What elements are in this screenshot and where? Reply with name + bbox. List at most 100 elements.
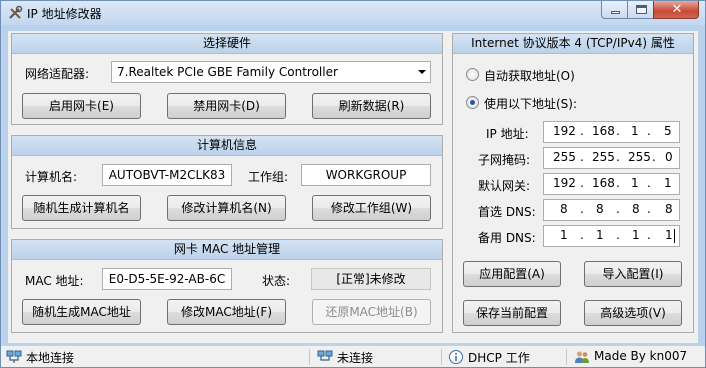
alternate-dns-input[interactable]: 1 . 1 . 1 . 1 <box>543 225 680 247</box>
mask-dot: . <box>652 150 656 164</box>
auto-address-label[interactable]: 自动获取地址(O) <box>484 67 575 84</box>
mask-dot: . <box>580 150 584 164</box>
edit-workgroup-button[interactable]: 修改工作组(W) <box>312 195 431 221</box>
mac-status-field: [正常]未修改 <box>311 268 431 290</box>
window-title: IP 地址修改器 <box>27 7 102 21</box>
gateway-input[interactable]: 192 . 168 . 1 . 1 <box>543 173 680 195</box>
users-icon <box>575 351 589 363</box>
mac-address-label: MAC 地址: <box>25 274 84 288</box>
workgroup-field[interactable]: WORKGROUP <box>301 164 431 186</box>
dns2-octet: 1 <box>596 228 604 242</box>
mask-dot: . <box>616 150 620 164</box>
status-bar: 本地连接 未连接 DHCP 工作 Made By kn007 <box>1 345 705 367</box>
edit-mac-button[interactable]: 修改MAC地址(F) <box>167 299 286 325</box>
computer-name-field[interactable]: AUTOBVT-M2CLK83 <box>102 164 232 186</box>
dns1-octet: 8 <box>560 202 568 216</box>
computer-group-title: 计算机信息 <box>12 136 442 156</box>
dns1-octet: 8 <box>632 202 640 216</box>
dns2-octet: 1 <box>665 228 673 242</box>
title-bar[interactable]: IP 地址修改器 ✕ <box>1 1 705 25</box>
minimize-icon <box>611 11 620 14</box>
gateway-octet: 168 <box>592 176 615 190</box>
minimize-button[interactable] <box>601 1 628 19</box>
gateway-dot: . <box>616 176 620 190</box>
connection-name: 本地连接 <box>26 351 75 365</box>
mac-group-title: 网卡 MAC 地址管理 <box>12 240 442 260</box>
gateway-dot: . <box>580 176 584 190</box>
manual-address-label[interactable]: 使用以下地址(S): <box>484 95 577 112</box>
random-mac-button[interactable]: 随机生成MAC地址 <box>22 299 141 325</box>
hardware-group-title: 选择硬件 <box>12 34 442 54</box>
computer-group: 计算机信息 计算机名: AUTOBVT-M2CLK83 工作组: WORKGRO… <box>11 135 443 229</box>
apply-config-button[interactable]: 应用配置(A) <box>463 261 561 287</box>
ip-octet: 5 <box>664 124 672 138</box>
save-config-button[interactable]: 保存当前配置 <box>463 300 561 326</box>
mask-octet: 255 <box>628 150 651 164</box>
ip-address-input[interactable]: 192 . 168 . 1 . 5 <box>543 121 680 143</box>
gateway-octet: 192 <box>553 176 576 190</box>
tools-icon <box>9 5 23 19</box>
workgroup-label: 工作组: <box>248 170 289 184</box>
dns1-octet: 8 <box>596 202 604 216</box>
subnet-mask-label: 子网掩码: <box>478 153 531 167</box>
mask-octet: 255 <box>553 150 576 164</box>
gateway-label: 默认网关: <box>478 179 531 193</box>
random-computer-name-button[interactable]: 随机生成计算机名 <box>22 195 141 221</box>
maximize-icon <box>636 5 647 14</box>
client-area: 选择硬件 网络适配器: 7.Realtek PCIe GBE Family Co… <box>8 31 698 343</box>
ip-octet: 168 <box>592 124 615 138</box>
gateway-octet: 1 <box>631 176 639 190</box>
dns2-dot: . <box>647 228 651 242</box>
dhcp-status: DHCP 工作 <box>468 351 530 365</box>
gateway-octet: 1 <box>664 176 672 190</box>
edit-computer-name-button[interactable]: 修改计算机名(N) <box>167 195 286 221</box>
dns2-dot: . <box>616 228 620 242</box>
ip-dot: . <box>616 124 620 138</box>
hardware-group: 选择硬件 网络适配器: 7.Realtek PCIe GBE Family Co… <box>11 33 443 125</box>
preferred-dns-input[interactable]: 8 . 8 . 8 . 8 <box>543 199 680 221</box>
adapter-select-value: 7.Realtek PCIe GBE Family Controller <box>117 65 338 79</box>
ip-octet: 192 <box>553 124 576 138</box>
link-state: 未连接 <box>337 351 374 365</box>
disable-adapter-button[interactable]: 禁用网卡(D) <box>167 93 286 119</box>
dns2-octet: 1 <box>632 228 640 242</box>
mask-octet: 0 <box>665 150 673 164</box>
adapter-select[interactable]: 7.Realtek PCIe GBE Family Controller <box>111 61 431 83</box>
dns1-dot: . <box>616 202 620 216</box>
status-separator <box>309 349 310 365</box>
maximize-button[interactable] <box>627 1 654 19</box>
ip-octet: 1 <box>631 124 639 138</box>
text-cursor <box>674 229 675 243</box>
alternate-dns-label: 备用 DNS: <box>478 231 536 245</box>
dns1-octet: 8 <box>665 202 673 216</box>
enable-adapter-button[interactable]: 启用网卡(E) <box>22 93 141 119</box>
restore-mac-button[interactable]: 还原MAC地址(B) <box>312 299 431 325</box>
computer-name-label: 计算机名: <box>25 170 78 184</box>
advanced-options-button[interactable]: 高级选项(V) <box>584 300 682 326</box>
ipv4-group-title: Internet 协议版本 4 (TCP/IPv4) 属性 <box>453 34 693 54</box>
subnet-mask-input[interactable]: 255 . 255 . 255 . 0 <box>543 147 680 169</box>
mask-octet: 255 <box>592 150 615 164</box>
mac-group: 网卡 MAC 地址管理 MAC 地址: E0-D5-5E-92-AB-6C 状态… <box>11 239 443 333</box>
dns2-octet: 1 <box>560 228 568 242</box>
preferred-dns-label: 首选 DNS: <box>478 205 536 219</box>
chevron-down-icon <box>418 70 426 74</box>
dns1-dot: . <box>580 202 584 216</box>
info-icon <box>449 350 463 364</box>
ip-dot: . <box>580 124 584 138</box>
ipv4-group: Internet 协议版本 4 (TCP/IPv4) 属性 自动获取地址(O) … <box>452 33 694 333</box>
status-separator <box>441 349 442 365</box>
gateway-dot: . <box>647 176 651 190</box>
ip-address-label: IP 地址: <box>486 127 529 141</box>
mac-status-label: 状态: <box>262 274 291 288</box>
manual-address-radio[interactable] <box>466 96 479 109</box>
dns1-dot: . <box>647 202 651 216</box>
refresh-data-button[interactable]: 刷新数据(R) <box>312 93 431 119</box>
import-config-button[interactable]: 导入配置(I) <box>584 261 682 287</box>
close-button[interactable]: ✕ <box>653 1 699 19</box>
app-window: IP 地址修改器 ✕ 选择硬件 网络适配器: 7.Realtek PCIe GB… <box>0 0 706 368</box>
adapter-label: 网络适配器: <box>25 67 90 81</box>
auto-address-radio[interactable] <box>466 68 479 81</box>
mac-address-field[interactable]: E0-D5-5E-92-AB-6C <box>102 268 232 290</box>
author-credit: Made By kn007 <box>594 349 688 363</box>
